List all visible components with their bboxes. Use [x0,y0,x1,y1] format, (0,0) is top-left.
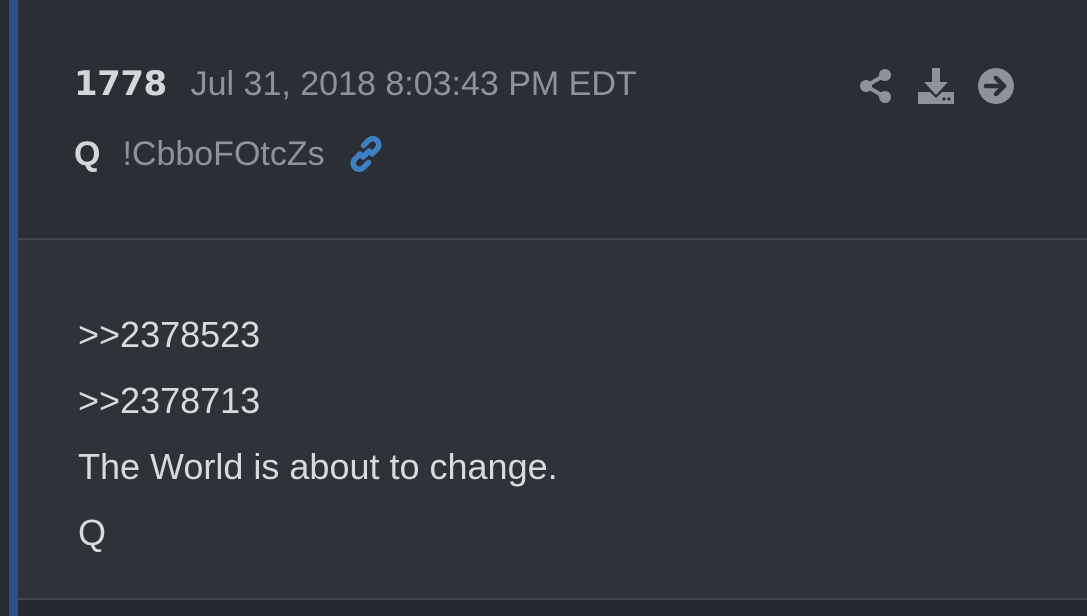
link-icon[interactable] [345,133,387,175]
share-icon[interactable] [856,66,896,106]
reply-link[interactable]: >>2378713 [78,380,260,421]
post-actions [856,64,1036,108]
reply-link[interactable]: >>2378523 [78,314,260,355]
author-name: Q [74,134,101,173]
next-post-edge [18,600,1087,616]
post-author: Q !CbboFOtcZs [74,132,387,176]
arrow-right-circle-icon[interactable] [976,66,1016,106]
post-content: >>2378523 >>2378713 The World is about t… [78,308,558,572]
post-meta: 1778 Jul 31, 2018 8:03:43 PM EDT [74,64,637,108]
post-message: The World is about to change. [78,446,558,487]
download-icon[interactable] [916,66,956,106]
post-signature: Q [78,512,107,553]
post-date: Jul 31, 2018 8:03:43 PM EDT [190,65,637,103]
left-gutter [0,0,9,616]
post-number: 1778 [74,64,167,104]
post-card: 1778 Jul 31, 2018 8:03:43 PM EDT Q !Cbbo… [0,0,1087,616]
tripcode: !CbboFOtcZs [122,134,325,173]
post-header [18,0,1087,238]
accent-bar [9,0,18,616]
